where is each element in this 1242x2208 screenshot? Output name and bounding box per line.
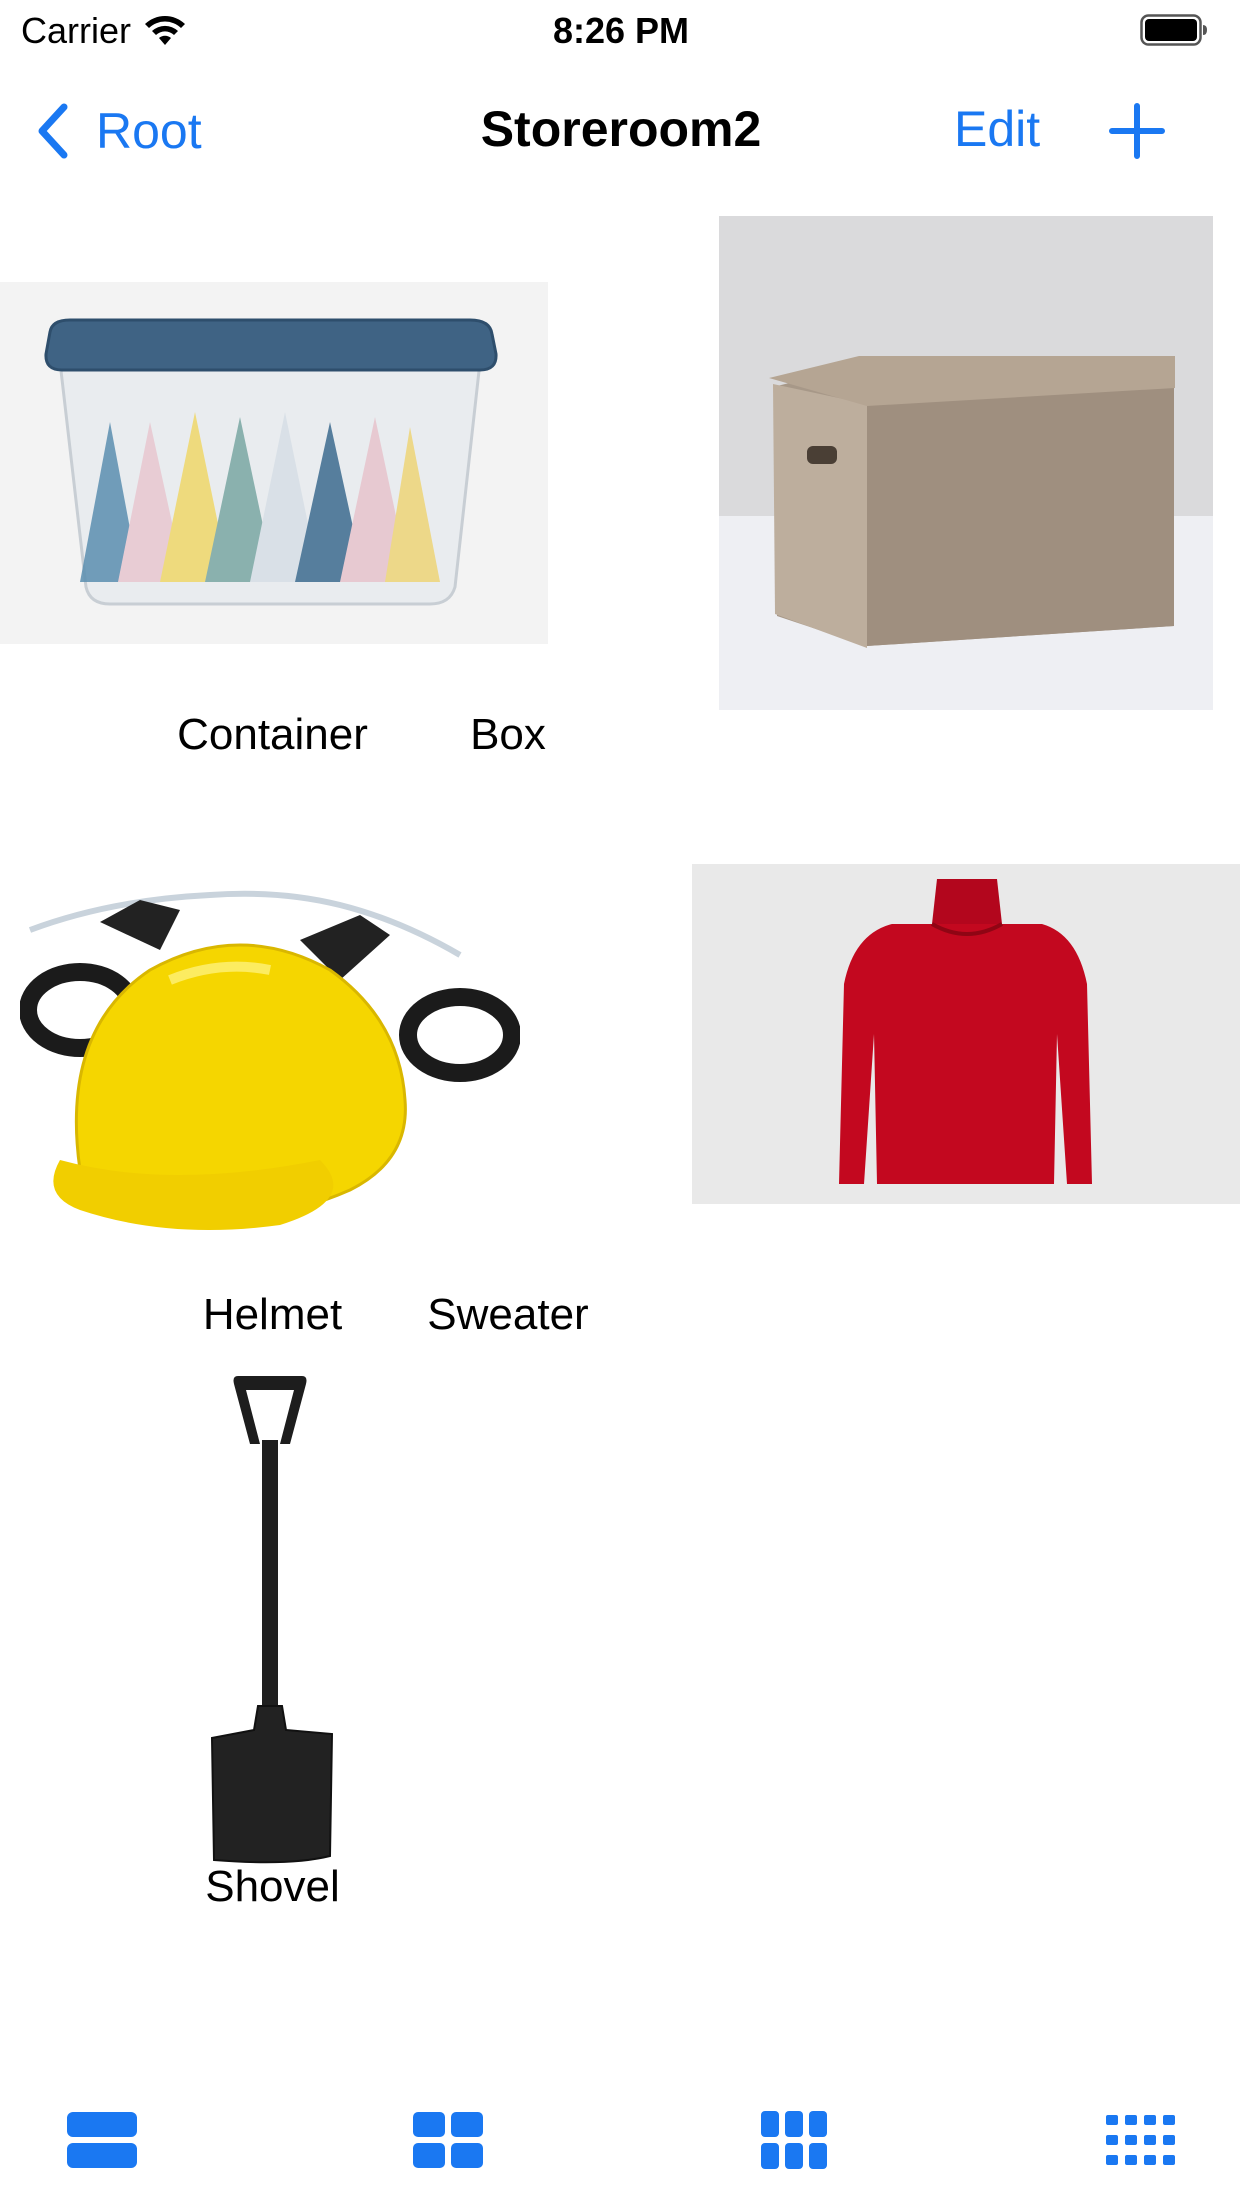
page-title: Storeroom2 bbox=[480, 101, 762, 157]
cardboard-box-image bbox=[719, 216, 1213, 710]
layout-3-column-button[interactable] bbox=[744, 2100, 844, 2180]
edit-button[interactable]: Edit bbox=[954, 100, 1040, 158]
grid-1-column-icon bbox=[67, 2112, 137, 2168]
shovel-image bbox=[210, 1376, 334, 1864]
grid-item-label: Sweater bbox=[427, 1290, 589, 1339]
bottom-toolbar bbox=[0, 2070, 1242, 2208]
add-button[interactable] bbox=[1108, 96, 1166, 166]
layout-2-column-button[interactable] bbox=[398, 2100, 498, 2180]
grid-4-column-icon bbox=[1106, 2115, 1175, 2165]
plus-icon bbox=[1109, 103, 1165, 159]
grid-item-label: Box bbox=[470, 710, 546, 759]
status-bar: Carrier 8:26 PM bbox=[0, 0, 1242, 66]
status-time: 8:26 PM bbox=[552, 10, 690, 51]
grid-item-box[interactable]: Box bbox=[0, 196, 1213, 770]
battery-full-icon bbox=[1140, 14, 1207, 46]
grid-item-label: Shovel bbox=[205, 1862, 340, 1911]
grid-item-sweater[interactable]: Sweater bbox=[0, 830, 1240, 1350]
layout-4-column-button[interactable] bbox=[1090, 2100, 1190, 2180]
grid-item-shovel[interactable]: Shovel bbox=[0, 1360, 621, 1920]
grid-2-column-icon bbox=[413, 2112, 483, 2168]
red-turtleneck-sweater-image bbox=[692, 864, 1240, 1204]
navigation-bar: Root Storeroom2 Edit bbox=[0, 66, 1242, 196]
layout-1-column-button[interactable] bbox=[52, 2100, 152, 2180]
grid-3-column-icon bbox=[761, 2111, 827, 2169]
